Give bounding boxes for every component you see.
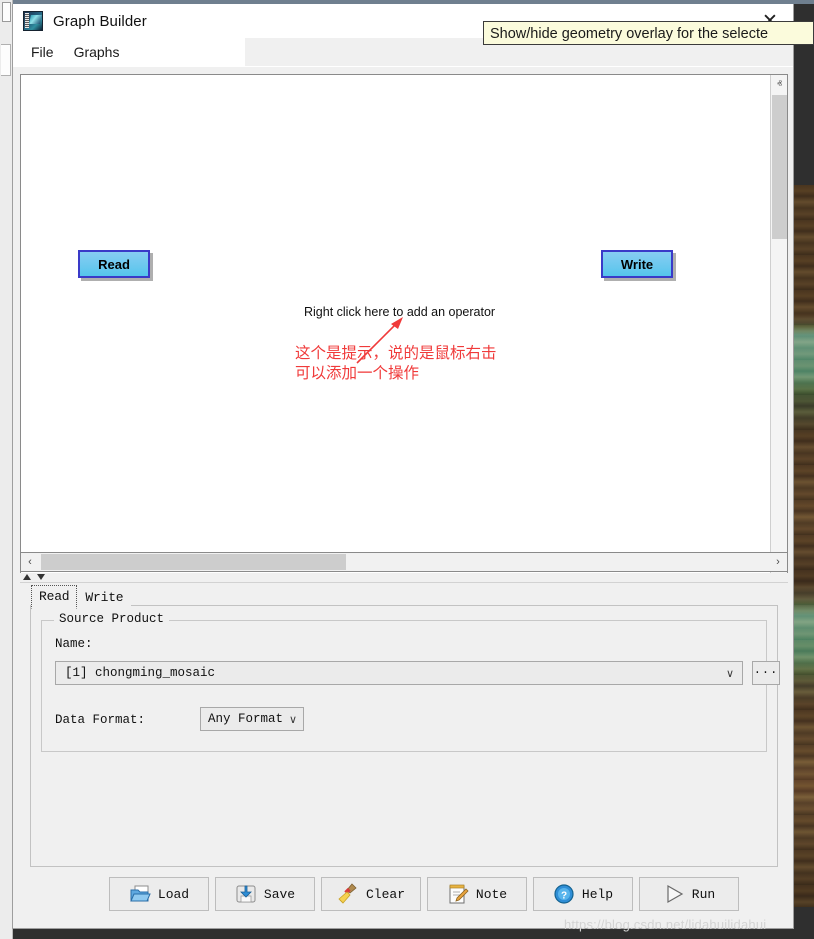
clear-button[interactable]: Clear — [321, 877, 421, 911]
menu-item-file[interactable]: File — [21, 42, 64, 62]
save-button[interactable]: Save — [215, 877, 315, 911]
read-settings-panel: Source Product Name: [1] chongming_mosai… — [30, 605, 780, 867]
splitter-collapse-down-icon[interactable] — [37, 574, 45, 580]
vertical-scrollbar-thumb[interactable] — [772, 95, 787, 239]
play-triangle-icon — [667, 884, 684, 904]
notepad-pencil-icon — [449, 884, 469, 904]
chevron-down-icon: ∨ — [288, 713, 298, 726]
broom-icon — [338, 883, 357, 904]
watermark-text: https://blog.csdn.net/lidahuilidahui — [564, 917, 767, 932]
data-format-label: Data Format: — [55, 713, 146, 727]
note-button-label: Note — [475, 886, 508, 902]
canvas-vertical-scrollbar[interactable]: ⱏ ⱟ — [770, 75, 787, 575]
graph-canvas-area: Read Write Right click here to add an op… — [20, 74, 788, 576]
note-button[interactable]: Note — [427, 877, 527, 911]
load-button-label: Load — [157, 886, 190, 902]
splitter-collapse-up-icon[interactable] — [23, 574, 31, 580]
help-button[interactable]: ? Help — [533, 877, 633, 911]
graph-builder-window: Graph Builder ✕ File Graphs Read Write R… — [12, 4, 794, 932]
scroll-right-icon[interactable]: › — [770, 554, 786, 570]
horizontal-scrollbar-thumb[interactable] — [41, 554, 346, 570]
action-button-bar: Load Save Clear Note ? Help Run — [109, 877, 739, 911]
canvas-hint-text: Right click here to add an operator — [304, 305, 496, 319]
operator-tabs: Read Write — [31, 585, 132, 609]
tab-write[interactable]: Write — [77, 586, 132, 609]
window-title: Graph Builder — [53, 12, 147, 30]
chevron-down-icon: ∨ — [725, 667, 735, 680]
floppy-disk-save-icon — [236, 885, 256, 903]
source-product-group: Source Product Name: [1] chongming_mosai… — [41, 612, 780, 752]
panel-splitter[interactable] — [20, 573, 788, 583]
snap-logo-icon — [23, 11, 43, 31]
svg-text:?: ? — [561, 891, 567, 902]
save-button-label: Save — [263, 886, 296, 902]
chinese-annotation-text: 这个是提示，说的是鼠标右击 可以添加一个操作 — [295, 344, 497, 383]
run-button[interactable]: Run — [639, 877, 739, 911]
browse-file-button[interactable]: ... — [752, 661, 780, 685]
name-label: Name: — [55, 637, 93, 651]
question-circle-icon: ? — [554, 884, 574, 904]
graph-node-write[interactable]: Write — [601, 250, 673, 278]
scroll-left-icon[interactable]: ‹ — [22, 554, 38, 570]
source-product-combo[interactable]: [1] chongming_mosaic ∨ — [55, 661, 743, 685]
help-button-label: Help — [581, 886, 614, 902]
canvas-horizontal-scrollbar[interactable]: ‹ › — [20, 552, 788, 572]
run-button-label: Run — [691, 886, 716, 902]
source-product-value: [1] chongming_mosaic — [65, 666, 216, 680]
scroll-up-icon[interactable]: ⱏ — [771, 76, 788, 93]
source-product-title: Source Product — [54, 612, 170, 626]
clear-button-label: Clear — [365, 886, 405, 902]
geometry-overlay-tooltip: Show/hide geometry overlay for the selec… — [483, 21, 814, 45]
data-format-value: Any Format — [208, 712, 284, 726]
graph-canvas[interactable]: Read Write Right click here to add an op… — [21, 75, 770, 575]
folder-open-icon — [130, 885, 151, 902]
tab-read[interactable]: Read — [31, 585, 78, 609]
menu-item-graphs[interactable]: Graphs — [64, 42, 130, 62]
data-format-combo[interactable]: Any Format ∨ — [200, 707, 304, 731]
load-button[interactable]: Load — [109, 877, 209, 911]
graph-node-read[interactable]: Read — [78, 250, 150, 278]
